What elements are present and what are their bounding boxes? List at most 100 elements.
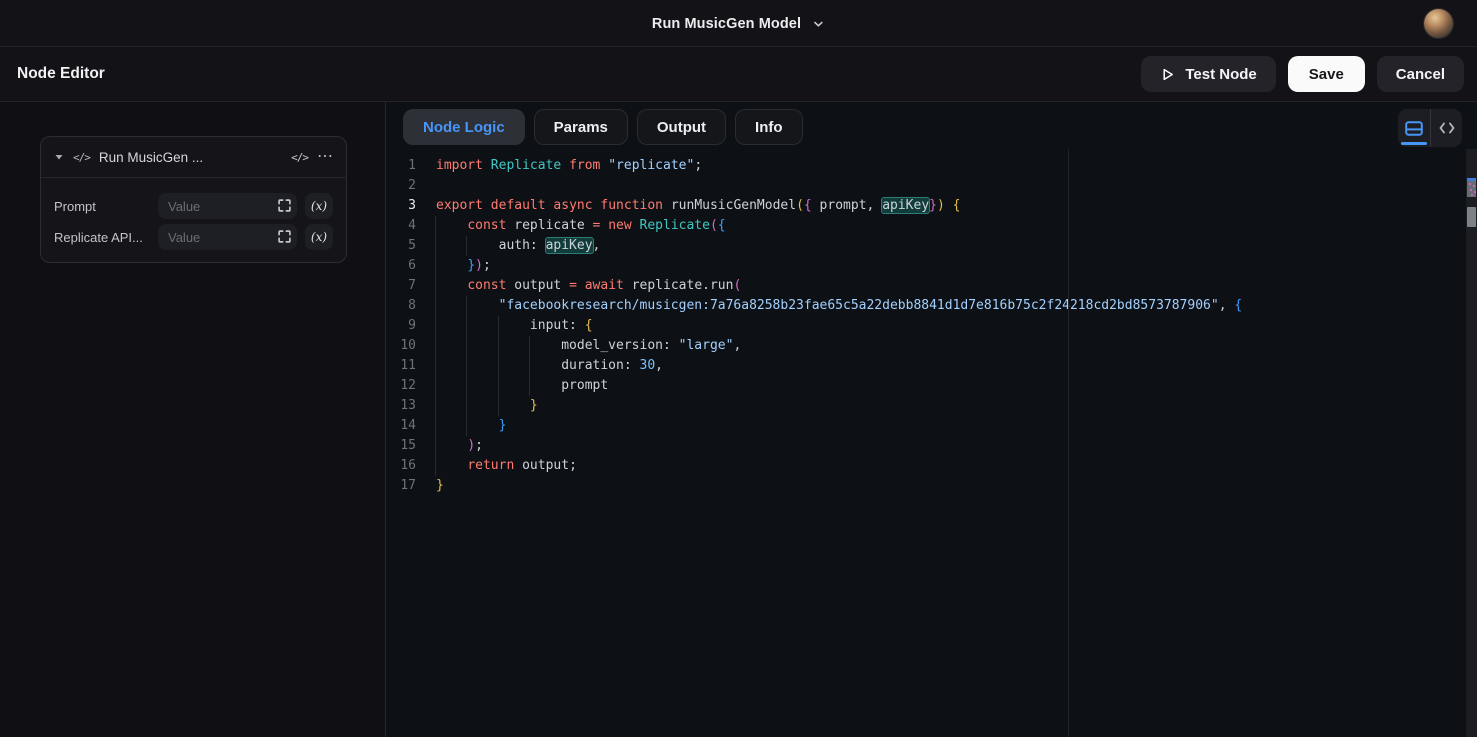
indent-guide <box>435 216 436 236</box>
tab-node-logic[interactable]: Node Logic <box>403 109 525 145</box>
code-token: } <box>467 258 475 273</box>
code-token: = <box>569 278 577 293</box>
editor-pane: Node LogicParamsOutputInfo 1import Repli… <box>386 102 1477 737</box>
edit-code-button[interactable]: </> <box>291 151 308 164</box>
code-token <box>945 198 953 213</box>
indent-guide <box>466 376 467 396</box>
indent-guide <box>466 316 467 336</box>
highlighted-identifier: apiKey <box>882 198 929 213</box>
expand-field-button[interactable] <box>278 199 291 212</box>
code-token: prompt <box>436 378 608 393</box>
indent-guide <box>498 396 499 416</box>
editor-header: Node Editor Test Node Save Cancel <box>0 47 1477 102</box>
indent-guide <box>466 396 467 416</box>
code-line: 6 }); <box>386 256 1477 276</box>
code-text: auth: apiKey, <box>436 236 600 256</box>
line-number: 11 <box>386 356 433 376</box>
code-token: return <box>467 458 514 473</box>
node-menu-button[interactable]: ⋯ <box>317 149 333 165</box>
overview-ruler <box>1466 149 1477 737</box>
indent-guide <box>466 296 467 316</box>
line-number: 12 <box>386 376 433 396</box>
tab-output[interactable]: Output <box>637 109 726 145</box>
indent-guide <box>435 456 436 476</box>
code-token: new <box>608 218 631 233</box>
code-token <box>436 458 467 473</box>
code-token: 30 <box>640 358 656 373</box>
code-text: ); <box>436 436 483 456</box>
ellipsis-icon: ⋯ <box>317 149 333 165</box>
scrollbar-thumb[interactable] <box>1467 207 1476 227</box>
expand-field-button[interactable] <box>278 230 291 243</box>
code-editor[interactable]: 1import Replicate from "replicate";23exp… <box>386 149 1477 737</box>
code-token: { <box>1234 298 1242 313</box>
indent-guide <box>435 236 436 256</box>
code-text: import Replicate from "replicate"; <box>436 156 702 176</box>
overview-decoration-block <box>1467 178 1476 197</box>
indent-guide <box>435 436 436 456</box>
cancel-button[interactable]: Cancel <box>1377 56 1464 92</box>
collapse-node-button[interactable] <box>54 152 64 162</box>
expand-icon <box>278 199 291 212</box>
save-button[interactable]: Save <box>1288 56 1365 92</box>
tab-params[interactable]: Params <box>534 109 628 145</box>
node-title: Run MusicGen ... <box>99 150 282 165</box>
node-card-header: </> Run MusicGen ... </> ⋯ <box>41 137 346 178</box>
code-icon: </> <box>291 151 308 164</box>
variable-button[interactable]: (x) <box>305 224 333 250</box>
code-token: input: <box>436 318 585 333</box>
indent-guide <box>498 336 499 356</box>
code-text: const output = await replicate.run( <box>436 276 741 296</box>
code-token: replicate.run <box>624 278 734 293</box>
code-line: 5 auth: apiKey, <box>386 236 1477 256</box>
code-line: 1import Replicate from "replicate"; <box>386 156 1477 176</box>
code-token: , <box>1219 298 1235 313</box>
split-view-button[interactable] <box>1398 109 1430 147</box>
collapse-chevron-icon <box>54 152 64 162</box>
code-line: 3export default async function runMusicG… <box>386 196 1477 216</box>
code-token: { <box>953 198 961 213</box>
code-token <box>436 398 530 413</box>
indent-guide <box>435 376 436 396</box>
variable-button[interactable]: (x) <box>305 193 333 219</box>
line-number: 4 <box>386 216 433 236</box>
indent-guide <box>498 356 499 376</box>
code-token <box>483 198 491 213</box>
field-row: Prompt(x) <box>54 193 333 219</box>
workflow-selector[interactable]: Run MusicGen Model <box>652 0 825 47</box>
indent-guide <box>466 356 467 376</box>
code-text: const replicate = new Replicate({ <box>436 216 726 236</box>
line-number: 16 <box>386 456 433 476</box>
node-card-fields: Prompt(x)Replicate API...(x) <box>41 178 346 262</box>
user-avatar[interactable] <box>1424 9 1453 38</box>
indent-guide <box>435 416 436 436</box>
tab-info[interactable]: Info <box>735 109 803 145</box>
line-number: 15 <box>386 436 433 456</box>
code-token: auth: <box>436 238 546 253</box>
node-type-code-icon: </> <box>73 151 90 164</box>
code-view-icon <box>1439 122 1455 134</box>
chevron-down-icon <box>811 17 825 31</box>
indent-guide <box>529 376 530 396</box>
node-card[interactable]: </> Run MusicGen ... </> ⋯ Prompt(x)Repl… <box>40 136 347 263</box>
code-token: default <box>491 198 546 213</box>
indent-guide <box>466 416 467 436</box>
code-token: function <box>600 198 663 213</box>
field-input[interactable] <box>158 193 297 219</box>
indent-guide <box>435 276 436 296</box>
code-line: 10 model_version: "large", <box>386 336 1477 356</box>
code-token <box>632 218 640 233</box>
code-view-button[interactable] <box>1430 109 1462 147</box>
line-number: 5 <box>386 236 433 256</box>
field-input[interactable] <box>158 224 297 250</box>
code-token: await <box>585 278 624 293</box>
code-token: output; <box>514 458 577 473</box>
code-token: ( <box>796 198 804 213</box>
line-number: 10 <box>386 336 433 356</box>
header-actions: Test Node Save Cancel <box>1141 56 1464 92</box>
highlighted-identifier: apiKey <box>546 238 593 253</box>
code-token: prompt, <box>812 198 882 213</box>
code-token: import <box>436 158 483 173</box>
test-node-button[interactable]: Test Node <box>1141 56 1275 92</box>
code-text: }); <box>436 256 491 276</box>
